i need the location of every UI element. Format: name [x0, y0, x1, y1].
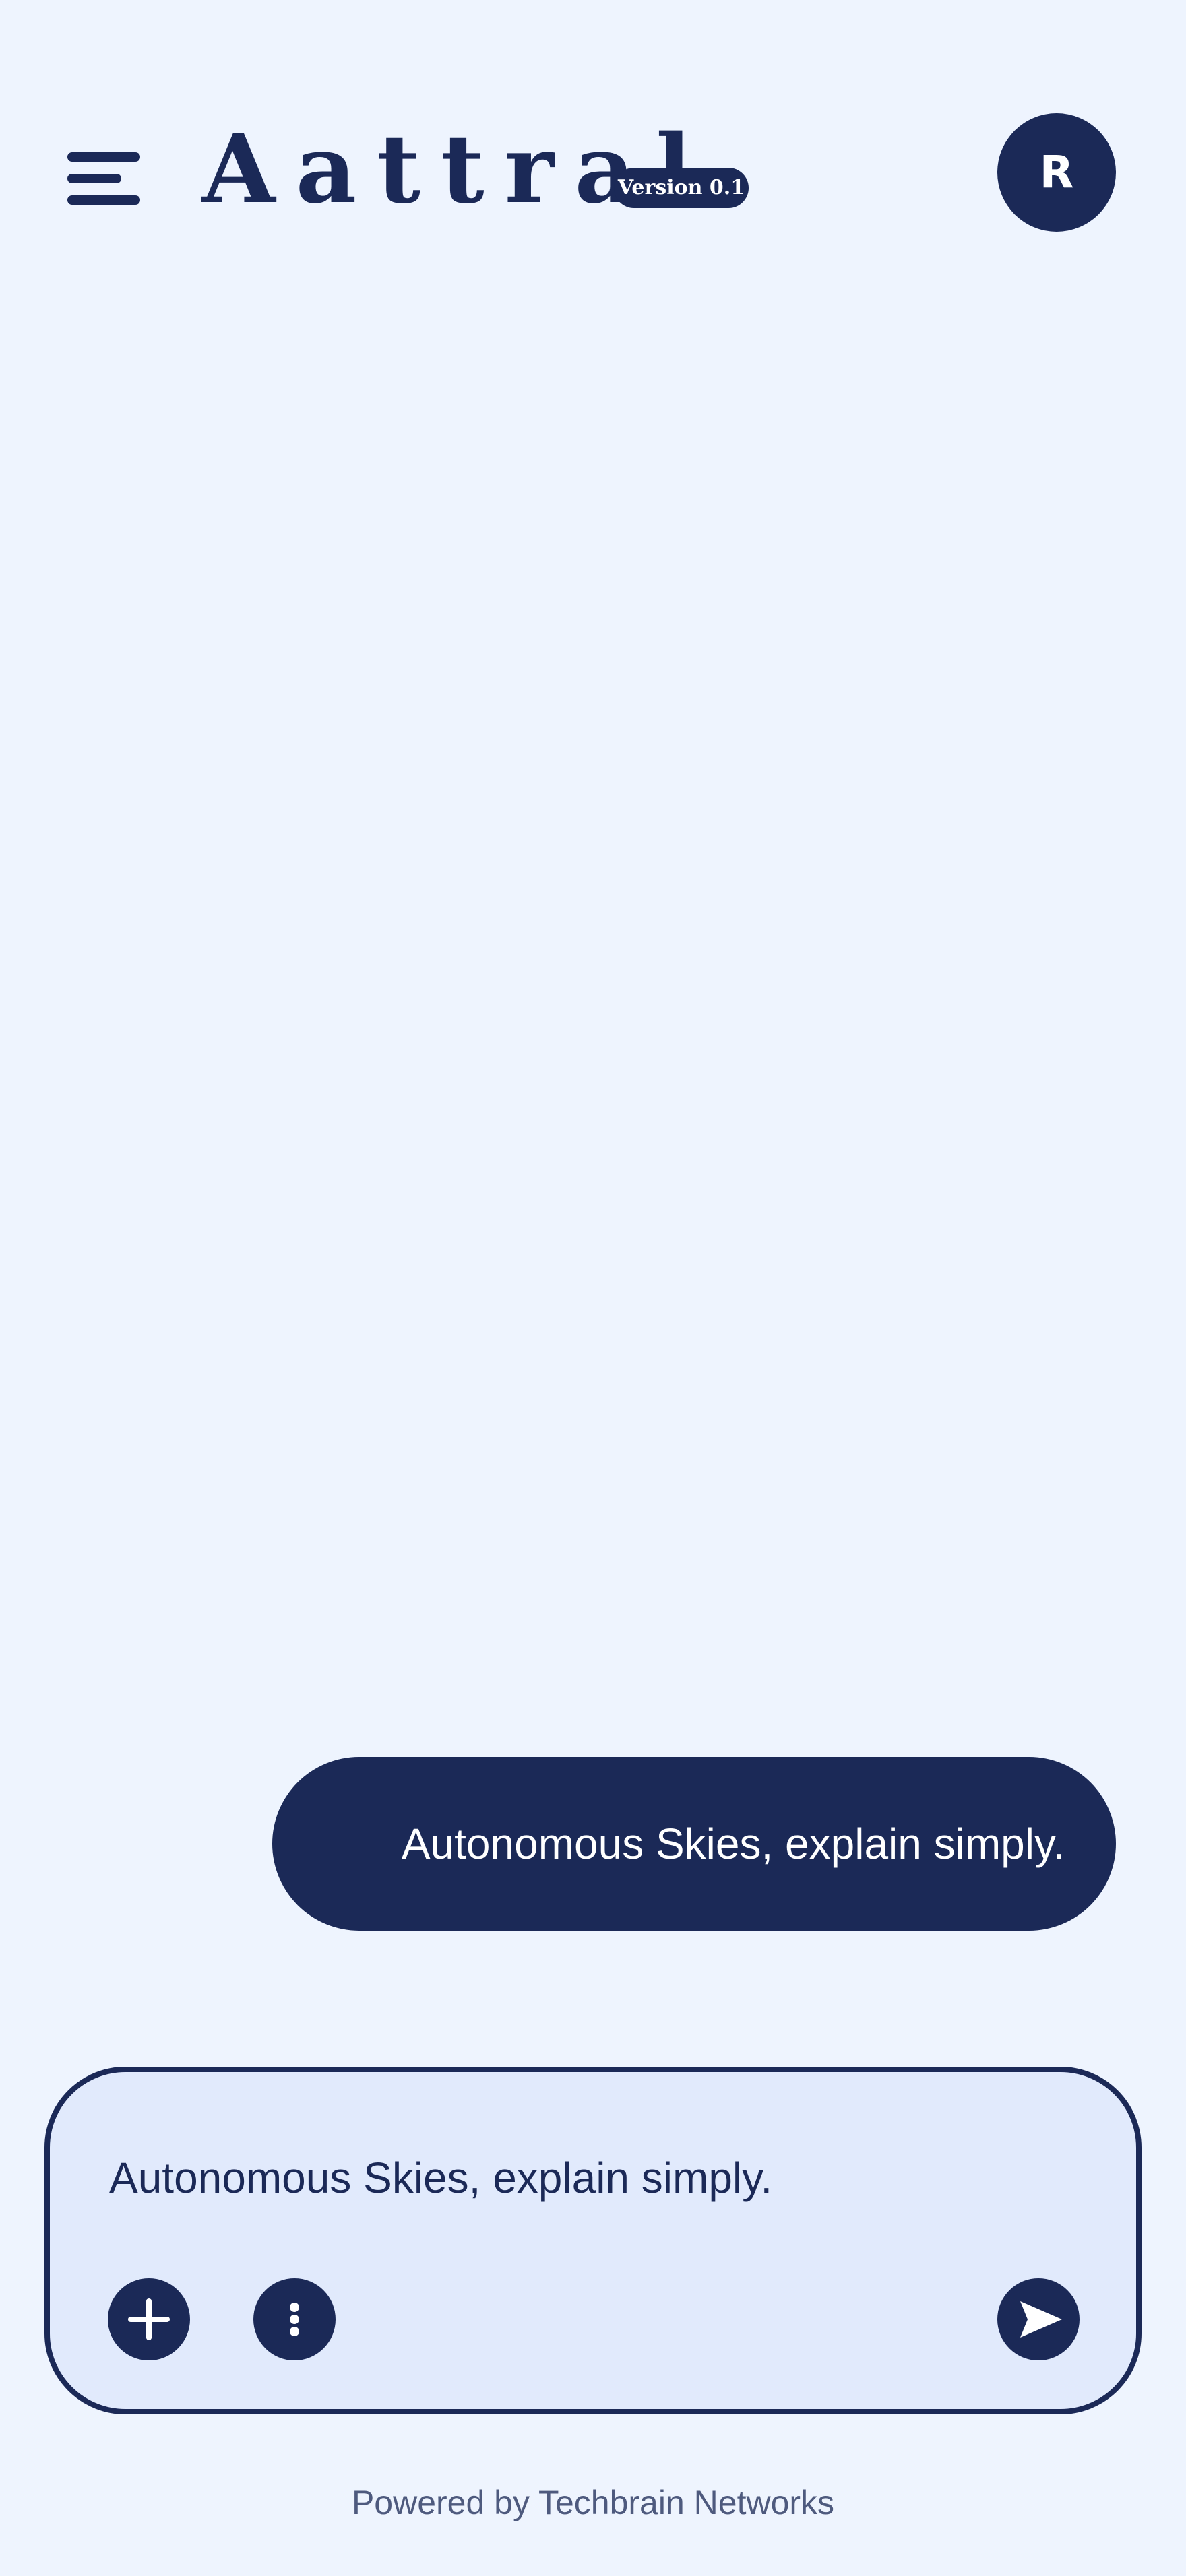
user-message-bubble: Autonomous Skies, explain simply. — [272, 1757, 1116, 1931]
more-options-button[interactable] — [253, 2278, 336, 2360]
menu-button[interactable] — [67, 150, 143, 205]
hamburger-menu-icon — [67, 152, 140, 162]
message-composer: Autonomous Skies, explain simply. — [44, 2067, 1142, 2414]
send-icon — [1020, 2301, 1062, 2338]
user-avatar-button[interactable]: R — [997, 113, 1116, 232]
version-badge: Version 0.1 — [614, 168, 749, 208]
hamburger-menu-icon-bar — [67, 195, 140, 205]
more-vertical-icon — [290, 2303, 299, 2336]
add-attachment-button[interactable] — [108, 2278, 190, 2360]
plus-icon — [128, 2298, 170, 2340]
message-input[interactable]: Autonomous Skies, explain simply. — [109, 2153, 772, 2203]
send-button[interactable] — [997, 2278, 1080, 2360]
hamburger-menu-icon-bar — [67, 174, 121, 183]
powered-by-footer: Powered by Techbrain Networks — [351, 2484, 835, 2521]
